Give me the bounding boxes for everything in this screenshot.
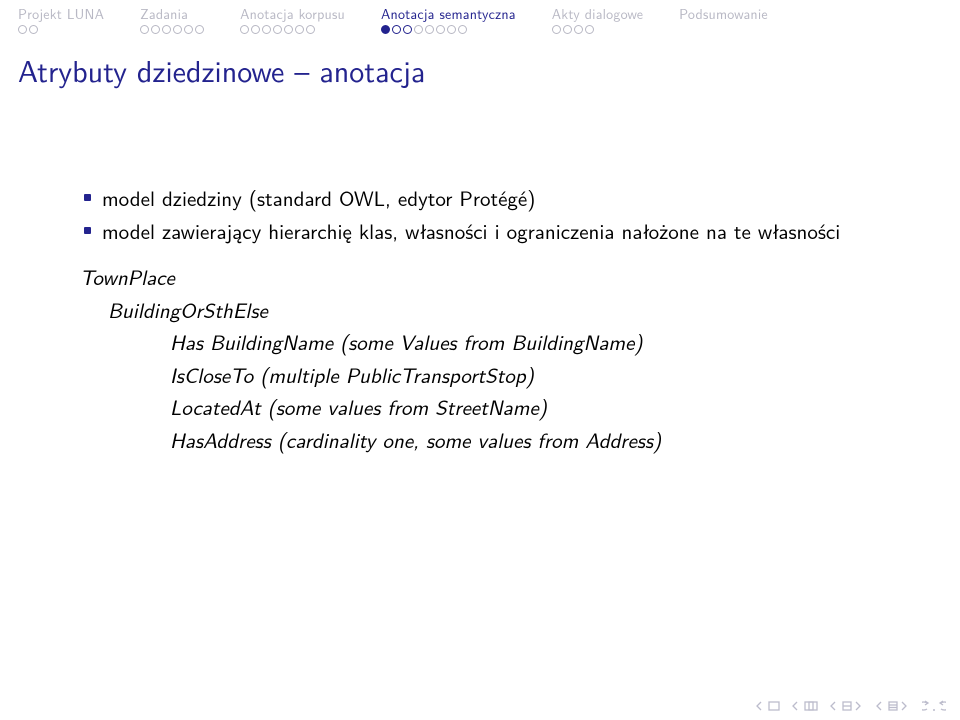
section-nav: Projekt LUNA Zadania Anotacja korpusu bbox=[0, 0, 960, 40]
nav-label: Anotacja semantyczna bbox=[381, 4, 516, 24]
progress-dot bbox=[18, 25, 27, 34]
progress-dot bbox=[195, 25, 204, 34]
nav-first-icon[interactable] bbox=[756, 701, 780, 711]
definition-block: TownPlace BuildingOrSthElse Has Building… bbox=[80, 261, 900, 456]
progress-dot bbox=[284, 25, 293, 34]
progress-dot bbox=[173, 25, 182, 34]
frame-title: Atrybuty dziedzinowe – anotacja bbox=[0, 40, 960, 92]
nav-prev-slide-icon[interactable] bbox=[876, 701, 910, 711]
progress-dot bbox=[162, 25, 171, 34]
nav-section[interactable]: Zadania bbox=[122, 4, 222, 40]
progress-dot bbox=[392, 25, 401, 34]
nav-section[interactable]: Anotacja korpusu bbox=[222, 4, 363, 40]
nav-label: Anotacja korpusu bbox=[240, 4, 345, 24]
nav-section[interactable]: Projekt LUNA bbox=[0, 4, 122, 40]
progress-dot bbox=[251, 25, 260, 34]
progress-dot bbox=[585, 25, 594, 34]
def-line: BuildingOrSthElse bbox=[80, 294, 900, 327]
nav-dots bbox=[18, 25, 104, 34]
progress-dot bbox=[29, 25, 38, 34]
nav-section[interactable]: Anotacja semantyczna bbox=[363, 4, 534, 40]
nav-label: Zadania bbox=[140, 4, 204, 24]
progress-dot bbox=[273, 25, 282, 34]
nav-dots bbox=[381, 25, 516, 34]
nav-label: Projekt LUNA bbox=[18, 4, 104, 24]
def-line: LocatedAt (some values from StreetName) bbox=[80, 391, 900, 424]
progress-dot bbox=[306, 25, 315, 34]
nav-label: Akty dialogowe bbox=[552, 4, 643, 24]
progress-dot bbox=[184, 25, 193, 34]
nav-back-forward-icon[interactable] bbox=[922, 700, 946, 712]
nav-label: Podsumowanie bbox=[679, 4, 768, 24]
nav-section[interactable]: Akty dialogowe bbox=[534, 4, 661, 40]
progress-dot bbox=[436, 25, 445, 34]
bullet-item: model zawierający hierarchię klas, własn… bbox=[80, 215, 900, 248]
def-line: HasAddress (cardinality one, some values… bbox=[80, 424, 900, 457]
progress-dot bbox=[425, 25, 434, 34]
nav-prev-section-icon[interactable] bbox=[792, 701, 818, 711]
progress-dot bbox=[563, 25, 572, 34]
nav-dots bbox=[140, 25, 204, 34]
progress-dot bbox=[295, 25, 304, 34]
nav-prev-subsection-icon[interactable] bbox=[830, 701, 864, 711]
progress-dot bbox=[552, 25, 561, 34]
progress-dot bbox=[414, 25, 423, 34]
def-line: IsCloseTo (multiple PublicTransportStop) bbox=[80, 359, 900, 392]
progress-dot bbox=[574, 25, 583, 34]
progress-dot bbox=[240, 25, 249, 34]
nav-dots bbox=[240, 25, 345, 34]
def-line: TownPlace bbox=[80, 261, 900, 294]
progress-dot bbox=[447, 25, 456, 34]
beamer-nav bbox=[756, 700, 946, 712]
progress-dot-current bbox=[381, 25, 390, 34]
nav-dots bbox=[552, 25, 643, 34]
bullet-item: model dziedziny (standard OWL, edytor Pr… bbox=[80, 182, 900, 215]
slide-body: model dziedziny (standard OWL, edytor Pr… bbox=[0, 92, 960, 456]
progress-dot bbox=[140, 25, 149, 34]
nav-section[interactable]: Podsumowanie bbox=[661, 4, 786, 40]
progress-dot bbox=[458, 25, 467, 34]
bullet-list: model dziedziny (standard OWL, edytor Pr… bbox=[80, 182, 900, 247]
progress-dot bbox=[151, 25, 160, 34]
progress-dot bbox=[403, 25, 412, 34]
def-line: Has BuildingName (some Values from Build… bbox=[80, 326, 900, 359]
progress-dot bbox=[262, 25, 271, 34]
